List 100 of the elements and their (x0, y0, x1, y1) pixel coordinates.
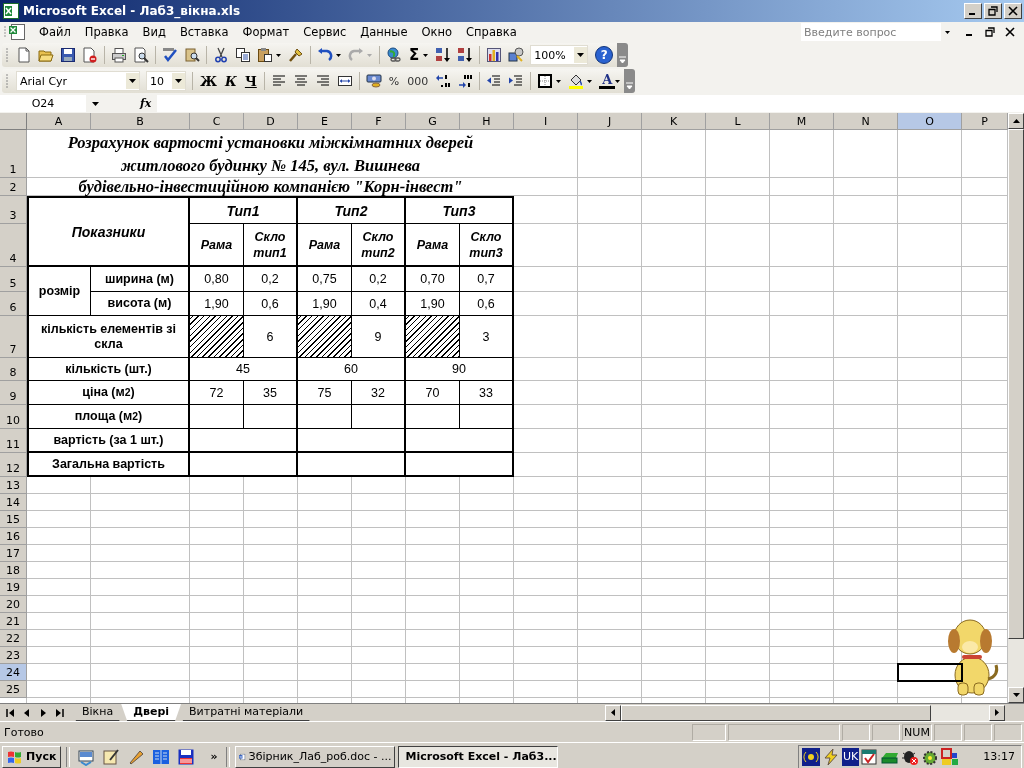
fill-color-icon[interactable] (568, 73, 585, 89)
sort-descending-icon[interactable] (457, 47, 474, 63)
first-sheet-icon[interactable] (6, 707, 16, 718)
column-header[interactable]: I (514, 113, 578, 130)
thousands-separator-button[interactable]: 000 (403, 74, 433, 88)
scroll-up-button[interactable] (1008, 113, 1024, 129)
scroll-left-button[interactable] (605, 704, 621, 721)
restore-button[interactable] (984, 3, 1002, 19)
row-header[interactable]: 12 (0, 453, 27, 477)
autosum-button[interactable]: Σ (405, 46, 424, 64)
percent-button[interactable]: % (384, 74, 404, 88)
row-header[interactable]: 21 (0, 613, 27, 630)
minimize-button[interactable] (964, 3, 982, 19)
caret-icon[interactable] (91, 100, 100, 107)
bold-button[interactable]: Ж (196, 73, 222, 89)
window-icon[interactable] (861, 747, 880, 766)
row-header[interactable]: 17 (0, 545, 27, 562)
row-header[interactable]: 18 (0, 562, 27, 579)
scroll-thumb[interactable] (621, 704, 931, 721)
help-button[interactable]: ? (595, 46, 614, 64)
arrow-left-icon[interactable] (611, 709, 615, 716)
arrow-right-icon[interactable] (995, 709, 999, 716)
name-box[interactable]: O24 (0, 95, 86, 112)
horizontal-scrollbar[interactable] (605, 704, 1005, 721)
column-header[interactable]: F (352, 113, 406, 130)
paste-icon[interactable] (257, 47, 273, 63)
menu-item[interactable]: Справка (459, 25, 524, 39)
menu-item[interactable]: Файл (32, 25, 78, 39)
row-header[interactable]: 24 (0, 664, 27, 681)
column-header[interactable]: A (27, 113, 91, 130)
notepad-icon[interactable] (102, 747, 121, 766)
new-document-icon[interactable] (16, 47, 32, 63)
font-field[interactable]: Arial Cyr (16, 71, 140, 91)
menu-item[interactable]: Правка (77, 25, 136, 39)
row-header[interactable]: 7 (0, 316, 27, 358)
restore-icon[interactable] (985, 27, 995, 37)
hyperlink-icon[interactable] (386, 47, 402, 63)
column-header[interactable]: O (898, 113, 962, 130)
column-header[interactable]: P (962, 113, 1008, 130)
row-header[interactable]: 3 (0, 196, 27, 224)
row-header[interactable]: 19 (0, 579, 27, 596)
close-button[interactable] (1004, 3, 1022, 19)
increase-decimal-icon[interactable] (435, 73, 452, 89)
close-icon[interactable] (1008, 6, 1018, 16)
row-header[interactable]: 11 (0, 429, 27, 453)
print-icon[interactable] (111, 47, 127, 63)
chart-icon[interactable] (486, 47, 503, 63)
menu-item[interactable]: Данные (353, 25, 415, 39)
grip-handle[interactable] (6, 73, 9, 89)
zoom-field[interactable]: 100% (530, 45, 589, 65)
column-header[interactable]: G (406, 113, 460, 130)
scroll-right-button[interactable] (989, 704, 1005, 721)
start-button[interactable]: Пуск (2, 745, 62, 768)
menu-item[interactable]: Вид (135, 25, 173, 39)
decrease-indent-icon[interactable] (486, 73, 503, 89)
lightning-icon[interactable] (822, 747, 841, 766)
align-center-icon[interactable] (292, 73, 309, 89)
taskbar-button[interactable]: Збірник_Лаб_роб.doc - ... (235, 745, 396, 768)
next-sheet-icon[interactable] (38, 707, 48, 718)
row-header[interactable]: 1 (0, 130, 27, 178)
row-header[interactable]: 25 (0, 681, 27, 698)
row-header[interactable]: 20 (0, 596, 27, 613)
row-header[interactable]: 8 (0, 358, 27, 381)
row-header[interactable]: 14 (0, 494, 27, 511)
row-header[interactable]: 16 (0, 528, 27, 545)
arrow-up-icon[interactable] (1012, 119, 1020, 123)
caret-icon[interactable] (943, 28, 952, 36)
increase-indent-icon[interactable] (508, 73, 525, 89)
sheet-tab[interactable]: Двері (121, 704, 182, 721)
close-icon[interactable] (1005, 27, 1015, 37)
arrow-down-icon[interactable] (1012, 693, 1020, 697)
open-folder-icon[interactable] (38, 47, 54, 63)
column-header[interactable]: H (460, 113, 514, 130)
drawing-icon[interactable] (508, 47, 525, 63)
chevron-icon[interactable] (626, 82, 634, 90)
grip-handle[interactable] (6, 47, 9, 63)
menu-item[interactable]: Окно (414, 25, 460, 39)
menu-item[interactable]: Сервис (296, 25, 354, 39)
column-header[interactable]: M (770, 113, 834, 130)
row-header[interactable]: 13 (0, 477, 27, 494)
row-header[interactable]: 5 (0, 267, 27, 292)
row-header[interactable]: 15 (0, 511, 27, 528)
menu-item[interactable]: Вставка (172, 25, 236, 39)
column-header[interactable]: D (244, 113, 298, 130)
copy-icon[interactable] (235, 47, 251, 63)
column-header[interactable]: B (91, 113, 190, 130)
column-header[interactable]: J (578, 113, 642, 130)
row-header[interactable]: 22 (0, 630, 27, 647)
more-button[interactable]: » (210, 750, 218, 763)
align-right-icon[interactable] (314, 73, 331, 89)
column-header[interactable]: E (298, 113, 352, 130)
font-size-field[interactable]: 10 (146, 71, 186, 91)
column-header[interactable]: K (642, 113, 706, 130)
align-left-icon[interactable] (270, 73, 287, 89)
taskbar-button[interactable]: Microsoft Excel - Лаб3... (398, 745, 559, 768)
spreadsheet-icon[interactable] (8, 23, 26, 41)
sort-ascending-icon[interactable] (435, 47, 452, 63)
signal-icon[interactable] (802, 747, 821, 766)
caret-icon[interactable] (175, 79, 182, 83)
formula-field[interactable] (157, 95, 1024, 112)
